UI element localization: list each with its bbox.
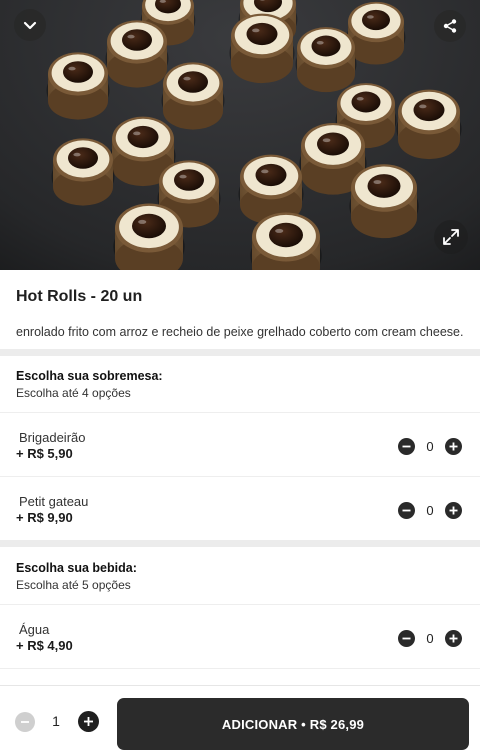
divider: [0, 604, 480, 605]
sushi-roll: [295, 27, 357, 93]
group-title-dessert: Escolha sua sobremesa:: [16, 369, 163, 383]
increment-button[interactable]: [445, 501, 462, 519]
sushi-roll: [161, 62, 225, 130]
sushi-roll: [51, 138, 115, 206]
option-stepper-brigadeirao: 0: [398, 436, 462, 456]
option-quantity: 0: [426, 630, 434, 646]
minus-icon: [21, 721, 29, 723]
share-icon: [443, 19, 457, 33]
sushi-roll: [349, 164, 419, 239]
increment-button[interactable]: [445, 437, 462, 455]
divider: [0, 476, 480, 477]
divider: [0, 668, 480, 669]
option-price-agua: + R$ 4,90: [16, 638, 73, 653]
sushi-roll: [105, 20, 169, 88]
option-name-agua: Água: [19, 622, 50, 637]
hot-rolls-photo: [0, 0, 480, 270]
minus-icon: [402, 637, 411, 639]
add-to-cart-bar: 1 ADICIONAR • R$ 26,99: [0, 685, 480, 755]
sushi-roll: [346, 1, 406, 65]
option-quantity: 0: [426, 502, 434, 518]
option-price-petit-gateau: + R$ 9,90: [16, 510, 73, 525]
minus-icon: [402, 509, 411, 511]
plus-icon: [84, 717, 93, 726]
option-stepper-agua: 0: [398, 628, 462, 648]
expand-icon: [443, 229, 459, 245]
product-title: Hot Rolls - 20 un: [16, 288, 143, 305]
plus-icon: [449, 506, 458, 514]
product-quantity: 1: [52, 713, 60, 729]
product-description: enrolado frito com arroz e recheio de pe…: [16, 325, 464, 339]
decrement-button[interactable]: [398, 501, 415, 519]
quantity-increment-button[interactable]: [78, 711, 99, 732]
sushi-roll: [396, 89, 462, 160]
quantity-decrement-button[interactable]: [15, 712, 35, 732]
section-separator: [0, 349, 480, 356]
plus-icon: [449, 634, 458, 642]
sushi-roll: [46, 52, 110, 120]
plus-icon: [449, 442, 458, 450]
sushi-roll: [229, 13, 295, 84]
option-name-petit-gateau: Petit gateau: [19, 494, 89, 509]
back-button[interactable]: [14, 9, 46, 41]
share-button[interactable]: [434, 10, 466, 42]
group-subtitle-dessert: Escolha até 4 opções: [16, 386, 131, 400]
option-quantity: 0: [426, 438, 434, 454]
expand-image-button[interactable]: [434, 220, 468, 254]
sushi-roll: [113, 203, 185, 270]
chevron-down-icon: [23, 21, 37, 30]
group-subtitle-drink: Escolha até 5 opções: [16, 578, 131, 592]
minus-icon: [402, 445, 411, 447]
option-price-brigadeirao: + R$ 5,90: [16, 446, 73, 461]
divider: [0, 412, 480, 413]
decrement-button[interactable]: [398, 629, 415, 647]
section-separator: [0, 540, 480, 547]
option-stepper-petit-gateau: 0: [398, 500, 462, 520]
sushi-roll: [250, 212, 322, 270]
add-to-cart-button[interactable]: ADICIONAR • R$ 26,99: [117, 698, 469, 750]
increment-button[interactable]: [445, 629, 462, 647]
option-name-brigadeirao: Brigadeirão: [19, 430, 86, 445]
decrement-button[interactable]: [398, 437, 415, 455]
group-title-drink: Escolha sua bebida:: [16, 561, 137, 575]
product-image: [0, 0, 480, 270]
